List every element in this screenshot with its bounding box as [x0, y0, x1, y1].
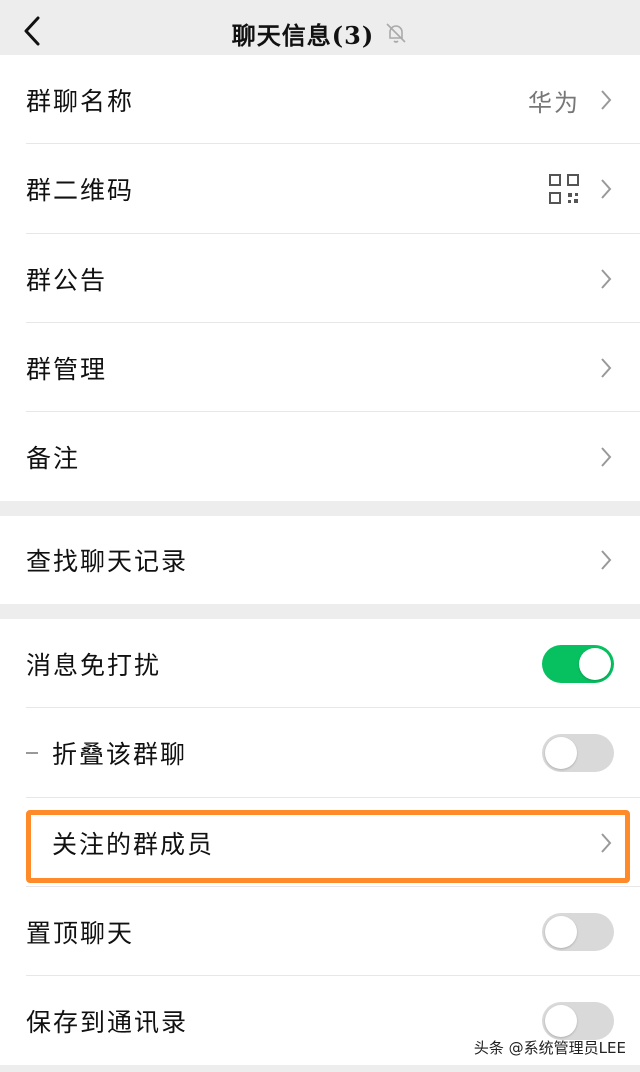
group-manage-row[interactable]: 群管理: [0, 323, 640, 413]
dnd-label: 消息免打扰: [26, 651, 162, 680]
highlight-box: [26, 810, 630, 883]
bell-slash-icon: [386, 23, 406, 43]
chevron-right-icon: [601, 179, 612, 199]
fold-row: 折叠该群聊: [0, 708, 640, 798]
watermark: 头条 @系统管理员LEE: [473, 1039, 626, 1057]
chevron-right-icon: [601, 358, 612, 378]
chevron-right-icon: [601, 550, 612, 570]
search-history-row[interactable]: 查找聊天记录: [0, 516, 640, 604]
pin-row: 置顶聊天: [0, 887, 640, 977]
toggle-knob: [545, 916, 577, 948]
page-title: 聊天信息(3): [231, 20, 375, 50]
group-name-label: 群聊名称: [26, 87, 135, 116]
qr-code-icon: [549, 174, 579, 204]
fold-toggle[interactable]: [542, 734, 614, 772]
group-settings-section: 群聊名称 华为 群二维码 群公告 群管理 备注: [0, 55, 640, 501]
remark-row[interactable]: 备注: [0, 412, 640, 502]
group-notice-label: 群公告: [26, 266, 108, 295]
chevron-right-icon: [601, 447, 612, 467]
fold-label: 折叠该群聊: [52, 740, 188, 769]
chevron-right-icon: [601, 90, 612, 110]
group-notice-row[interactable]: 群公告: [0, 234, 640, 324]
pin-toggle[interactable]: [542, 913, 614, 951]
search-section: 查找聊天记录: [0, 516, 640, 604]
dnd-row: 消息免打扰: [0, 619, 640, 709]
group-name-row[interactable]: 群聊名称 华为: [0, 55, 640, 145]
toggle-knob: [545, 1005, 577, 1037]
dash-icon: [26, 752, 38, 754]
chevron-right-icon: [601, 269, 612, 289]
remark-label: 备注: [26, 444, 81, 473]
group-manage-label: 群管理: [26, 355, 108, 384]
pin-label: 置顶聊天: [26, 919, 135, 948]
toggle-knob: [545, 737, 577, 769]
save-contacts-label: 保存到通讯录: [26, 1008, 189, 1037]
toggle-knob: [579, 648, 611, 680]
save-contacts-toggle[interactable]: [542, 1002, 614, 1040]
group-qr-label: 群二维码: [26, 176, 135, 205]
group-qr-row[interactable]: 群二维码: [0, 144, 640, 234]
group-name-value: 华为: [528, 88, 580, 117]
search-history-label: 查找聊天记录: [26, 547, 189, 576]
dnd-toggle[interactable]: [542, 645, 614, 683]
